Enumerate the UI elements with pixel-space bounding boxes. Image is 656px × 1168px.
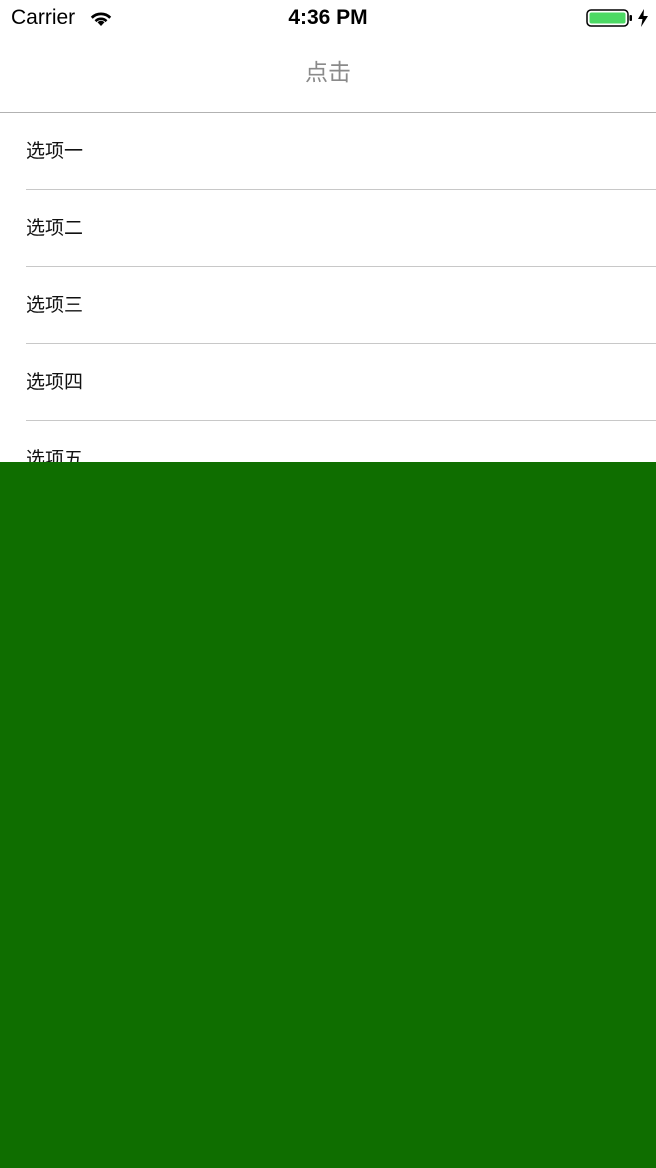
list-item[interactable]: 选项二 <box>0 190 656 267</box>
list-item-label: 选项二 <box>26 217 84 239</box>
list-item-label: 选项五 <box>26 448 84 462</box>
charging-bolt-icon <box>638 9 648 27</box>
status-time: 4:36 PM <box>288 6 368 29</box>
list-item-label: 选项四 <box>26 371 84 393</box>
navigation-bar: 点击 <box>0 36 656 113</box>
app-screen: Carrier 4:36 PM 点击 选项一 选项二 选项三 选项四 选项五 <box>0 0 656 1168</box>
list-item-label: 选项一 <box>26 140 84 162</box>
options-list: 选项一 选项二 选项三 选项四 选项五 <box>0 113 656 462</box>
status-bar: Carrier 4:36 PM <box>0 0 656 36</box>
list-item[interactable]: 选项一 <box>0 113 656 190</box>
list-item[interactable]: 选项三 <box>0 267 656 344</box>
list-item[interactable]: 选项五 <box>0 421 656 462</box>
nav-title-button[interactable]: 点击 <box>0 58 656 88</box>
list-item-label: 选项三 <box>26 294 84 316</box>
green-overlay-panel[interactable] <box>0 462 656 1168</box>
battery-icon <box>586 9 632 27</box>
list-item[interactable]: 选项四 <box>0 344 656 421</box>
